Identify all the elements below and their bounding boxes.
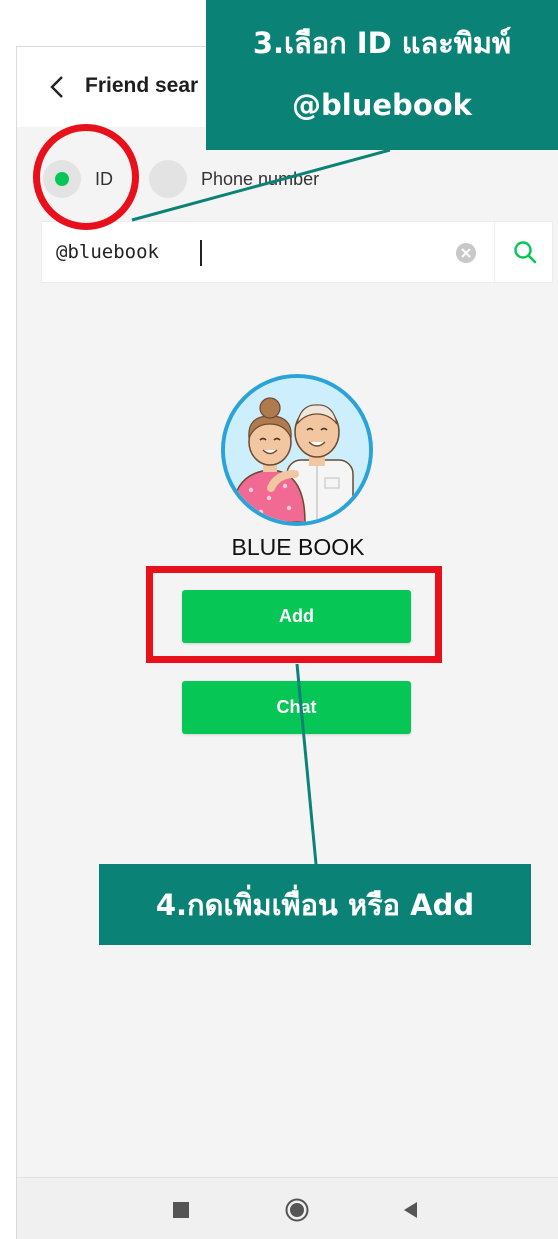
avatar bbox=[221, 374, 373, 526]
app-bar: Friend sear bbox=[17, 47, 558, 127]
radio-option-id[interactable]: ID bbox=[43, 160, 113, 198]
search-input[interactable] bbox=[42, 222, 472, 282]
profile-name: BLUE BOOK bbox=[231, 534, 365, 560]
radio-label-id: ID bbox=[95, 168, 113, 189]
search-divider bbox=[494, 222, 495, 282]
nav-recents-icon[interactable] bbox=[173, 1202, 189, 1218]
search-icon[interactable] bbox=[512, 239, 538, 265]
radio-circle-phone[interactable] bbox=[149, 160, 187, 198]
nav-home-icon[interactable] bbox=[285, 1198, 309, 1222]
avatar-illustration bbox=[225, 378, 369, 522]
clear-icon[interactable] bbox=[456, 243, 476, 263]
search-field bbox=[41, 221, 553, 283]
screenshot-stage: Friend sear ID Phone number @bluebook BL… bbox=[0, 0, 558, 1239]
add-friend-button[interactable]: Add bbox=[182, 590, 411, 643]
radio-option-phone[interactable]: Phone number bbox=[149, 160, 319, 198]
text-caret bbox=[200, 240, 202, 266]
system-nav-bar bbox=[17, 1177, 558, 1239]
radio-circle-id[interactable] bbox=[43, 160, 81, 198]
phone-screen: Friend sear ID Phone number @bluebook BL… bbox=[16, 46, 558, 1239]
radio-label-phone: Phone number bbox=[201, 168, 320, 189]
radio-selected-dot bbox=[55, 172, 69, 186]
nav-back-icon[interactable] bbox=[401, 1200, 419, 1220]
page-title: Friend sear bbox=[85, 74, 199, 97]
back-chevron-icon[interactable] bbox=[43, 73, 71, 101]
chat-button[interactable]: Chat bbox=[182, 681, 411, 734]
